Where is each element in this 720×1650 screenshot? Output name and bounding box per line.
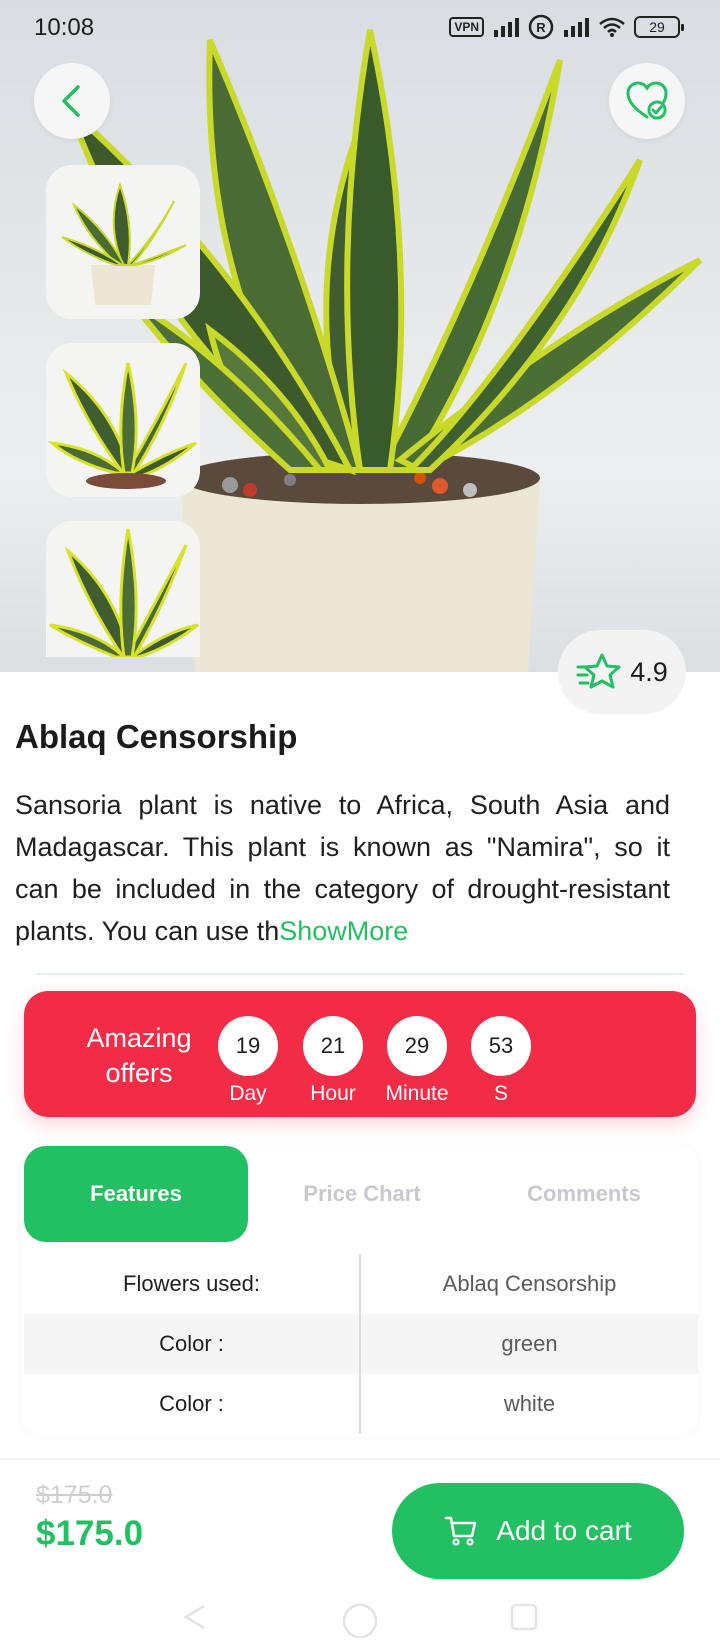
product-tabs: Features Price Chart Comments Flowers us… <box>22 1146 698 1436</box>
add-to-cart-button[interactable]: Add to cart <box>392 1483 684 1579</box>
heart-check-icon <box>626 81 668 120</box>
product-hero-image: 10:08 VPN R 29 <box>0 0 720 672</box>
status-time: 10:08 <box>34 14 95 41</box>
countdown-value: 53 <box>471 1016 531 1076</box>
table-row: Color : white <box>24 1374 698 1434</box>
countdown-second: 53 S <box>471 1016 531 1106</box>
cart-icon <box>445 1516 477 1546</box>
nav-recents-icon[interactable] <box>509 1602 539 1632</box>
feature-value: Ablaq Censorship <box>442 1271 617 1296</box>
battery-icon: 29 <box>634 16 684 38</box>
signal-icon <box>494 18 519 37</box>
status-icons: VPN R 29 <box>449 14 684 40</box>
countdown-minute: 29 Minute <box>385 1016 449 1106</box>
tab-price-chart[interactable]: Price Chart <box>262 1146 462 1242</box>
current-price: $175.0 <box>36 1514 144 1553</box>
amazing-offers-banner: Amazing offers 19 Day 21 Hour 29 Minute … <box>24 991 696 1117</box>
thumbnail-2[interactable] <box>46 343 200 497</box>
countdown-hour: 21 Hour <box>303 1016 363 1106</box>
rating-badge: 4.9 <box>558 630 686 714</box>
star-icon <box>576 653 621 689</box>
back-button[interactable] <box>34 63 110 139</box>
feature-key: Color : <box>24 1314 361 1374</box>
table-row: Flowers used: Ablaq Censorship <box>24 1254 698 1314</box>
vpn-icon: VPN <box>449 17 484 37</box>
plant-thumbnail-image <box>47 362 197 489</box>
feature-key: Color : <box>24 1374 361 1434</box>
svg-text:R: R <box>536 20 546 35</box>
tab-features[interactable]: Features <box>24 1146 248 1242</box>
system-navigation-bar <box>0 1586 720 1650</box>
plant-thumbnail-image <box>61 181 187 305</box>
feature-key: Flowers used: <box>24 1254 361 1314</box>
plant-thumbnail-image <box>49 528 199 657</box>
signal-icon-2 <box>564 18 589 37</box>
product-title: Ablaq Censorship <box>15 718 298 755</box>
chevron-left-icon <box>62 85 80 117</box>
rating-value: 4.9 <box>630 656 668 687</box>
registered-icon: R <box>528 14 554 40</box>
countdown-value: 19 <box>218 1016 278 1076</box>
bottom-divider <box>0 1458 720 1460</box>
show-more-link[interactable]: ShowMore <box>279 916 408 946</box>
favorite-button[interactable] <box>609 63 685 139</box>
features-table: Flowers used: Ablaq Censorship Color : g… <box>24 1254 698 1434</box>
countdown-value: 29 <box>387 1016 447 1076</box>
thumbnail-gallery <box>46 165 200 672</box>
thumbnail-1[interactable] <box>46 165 200 319</box>
countdown-value: 21 <box>303 1016 363 1076</box>
divider <box>36 973 684 975</box>
status-bar: 10:08 VPN R 29 <box>0 0 720 56</box>
thumbnail-3[interactable] <box>46 521 200 657</box>
old-price: $175.0 <box>36 1481 113 1509</box>
countdown-label: S <box>493 1082 508 1105</box>
feature-value: green <box>501 1331 558 1356</box>
wifi-icon <box>599 17 625 37</box>
nav-home-icon[interactable] <box>341 1602 379 1640</box>
nav-back-icon[interactable] <box>180 1602 210 1632</box>
countdown-day: 19 Day <box>218 1016 278 1106</box>
product-description: Sansoria plant is native to Africa, Sout… <box>15 784 670 952</box>
table-row: Color : green <box>24 1314 698 1374</box>
tab-comments[interactable]: Comments <box>472 1146 696 1242</box>
offers-title: Amazing offers <box>86 1023 192 1088</box>
feature-value: white <box>503 1391 556 1416</box>
add-to-cart-label: Add to cart <box>496 1515 632 1546</box>
